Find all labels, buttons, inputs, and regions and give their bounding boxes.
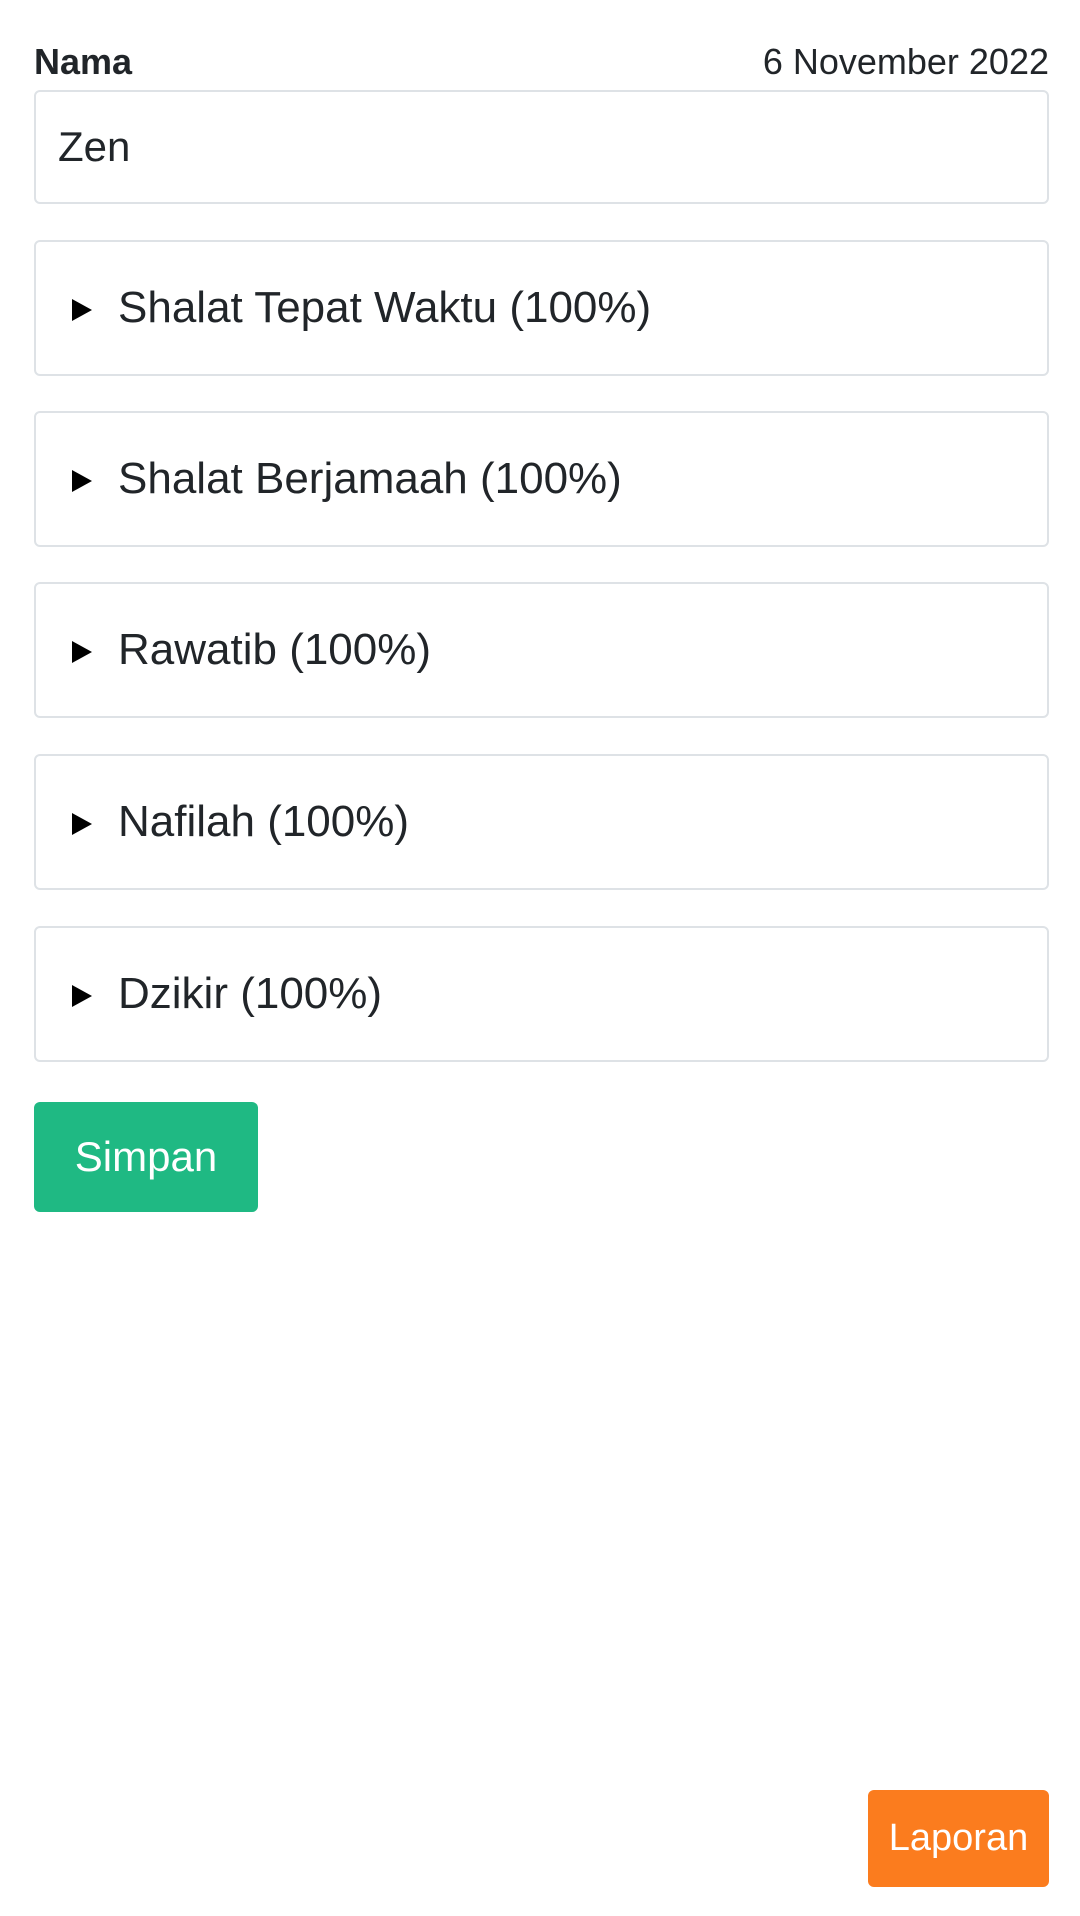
section-dzikir[interactable]: Dzikir (100%) [34,926,1049,1062]
name-label: Nama [34,41,133,82]
caret-right-icon [72,470,92,492]
section-shalat-tepat-waktu[interactable]: Shalat Tepat Waktu (100%) [34,240,1049,376]
section-label: Nafilah (100%) [118,797,410,846]
report-button[interactable]: Laporan [868,1790,1049,1887]
caret-right-icon [72,641,92,663]
section-label: Shalat Tepat Waktu (100%) [118,283,652,332]
page: Nama 6 November 2022 Shalat Tepat Waktu … [34,0,1049,1916]
section-label: Shalat Berjamaah (100%) [118,454,622,503]
caret-right-icon [72,813,92,835]
date-text: 6 November 2022 [762,41,1049,82]
section-label: Rawatib (100%) [118,625,432,674]
section-shalat-berjamaah[interactable]: Shalat Berjamaah (100%) [34,411,1049,547]
form-header: Nama 6 November 2022 [34,38,1049,88]
name-input[interactable] [34,90,1049,204]
caret-right-icon [72,985,92,1007]
section-rawatib[interactable]: Rawatib (100%) [34,582,1049,718]
section-label: Dzikir (100%) [118,969,383,1018]
save-button[interactable]: Simpan [34,1102,258,1212]
section-nafilah[interactable]: Nafilah (100%) [34,754,1049,890]
caret-right-icon [72,299,92,321]
